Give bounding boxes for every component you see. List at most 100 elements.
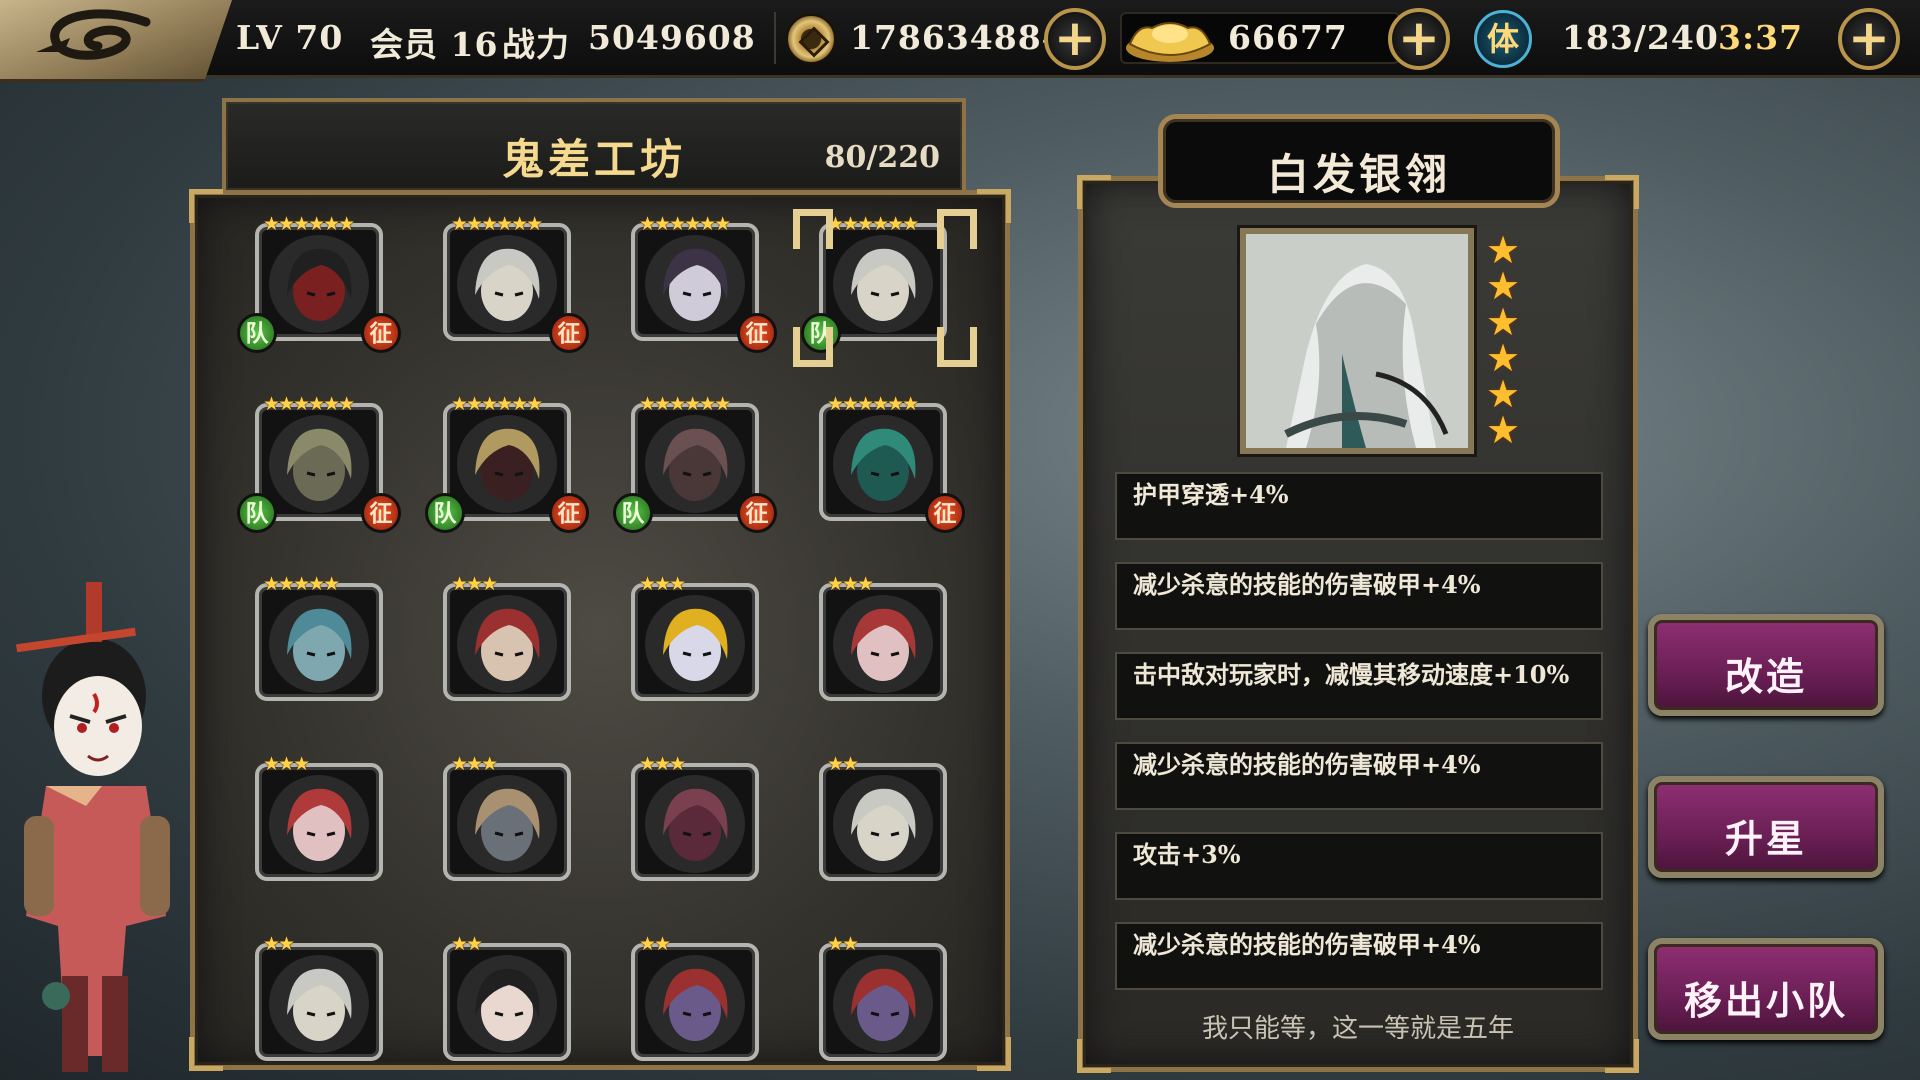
frame-corner	[977, 1037, 1011, 1071]
expedition-badge-icon: 征	[737, 313, 777, 353]
selection-corner	[793, 209, 833, 249]
remove-from-team-button[interactable]: 移出小队	[1648, 938, 1884, 1040]
star-up-button-label: 升星	[1724, 816, 1807, 861]
ghost-card[interactable]: ★★	[819, 933, 947, 1061]
ghost-card-frame	[443, 583, 571, 701]
ghost-card-portrait	[457, 235, 557, 333]
team-badge-icon: 队	[613, 493, 653, 533]
ghost-card[interactable]: ★★★	[443, 753, 571, 881]
player-level: LV 70	[236, 18, 344, 57]
remove-from-team-button-label: 移出小队	[1683, 978, 1848, 1023]
selection-corner	[937, 209, 977, 249]
expedition-badge-icon: 征	[549, 493, 589, 533]
star-icon: ★	[1486, 372, 1521, 416]
ghost-card-portrait	[269, 595, 369, 693]
ghost-card[interactable]: ★★★★★★ 征	[443, 213, 589, 353]
ghost-card-portrait	[833, 415, 933, 513]
ghost-card-stars: ★★★★★★	[451, 213, 543, 235]
frame-corner	[189, 1037, 223, 1071]
ghost-card[interactable]: ★★	[443, 933, 571, 1061]
add-stamina-button[interactable]: +	[1838, 8, 1900, 70]
add-copper-button[interactable]: +	[1044, 8, 1106, 70]
back-swirl-icon	[36, 9, 151, 60]
ghost-card-stars: ★★	[263, 933, 295, 955]
back-button[interactable]	[0, 0, 232, 82]
ghost-card-portrait	[833, 595, 933, 693]
ghost-card[interactable]: ★★★	[631, 573, 759, 701]
ghost-card[interactable]: ★★★★★★ 队 征	[237, 213, 401, 353]
copper-coin-icon	[786, 14, 836, 64]
ghost-card-portrait	[269, 955, 369, 1053]
selection-corner	[937, 327, 977, 367]
ghost-card-portrait	[457, 415, 557, 513]
ghost-card-portrait	[645, 595, 745, 693]
ghost-card-frame	[631, 763, 759, 881]
character-avatar[interactable]	[6, 576, 184, 1080]
gold-amount: 66677	[1228, 18, 1348, 57]
ghost-card[interactable]: ★★★★★★ 队 征	[237, 393, 401, 533]
ghost-star-rating: ★ ★ ★ ★ ★ ★	[1486, 228, 1526, 449]
ghost-card-frame	[819, 943, 947, 1061]
ghost-card[interactable]: ★★★★★★ 队 征	[613, 393, 777, 533]
ghost-card[interactable]: ★★	[255, 933, 383, 1061]
star-icon: ★	[1486, 264, 1521, 308]
workshop-header: 鬼差工坊 80/220	[222, 98, 966, 190]
frame-corner	[1605, 175, 1639, 209]
ghost-card-stars: ★★★	[639, 753, 686, 775]
ghost-card-stars: ★★★	[451, 573, 498, 595]
add-gold-button[interactable]: +	[1388, 8, 1450, 70]
team-badge-icon: 队	[237, 493, 277, 533]
ghost-card[interactable]: ★★★★★★ 队 征	[425, 393, 589, 533]
ghost-card-portrait	[457, 775, 557, 873]
modify-button[interactable]: 改造	[1648, 614, 1884, 716]
power-value: 5049608	[588, 18, 756, 57]
ghost-card-portrait	[457, 955, 557, 1053]
ghost-card[interactable]: ★★★	[819, 573, 947, 701]
ghost-card-frame	[255, 943, 383, 1061]
selection-corner	[793, 327, 833, 367]
top-bar: LV 70 会员 16 战力 5049608 1786348844 + 6667…	[0, 0, 1920, 82]
frame-corner	[977, 189, 1011, 223]
ghost-card[interactable]: ★★	[631, 933, 759, 1061]
ghost-card[interactable]: ★★★★★★ 征	[819, 393, 965, 533]
gold-ingot-icon	[1126, 22, 1214, 62]
ghost-card-frame	[819, 583, 947, 701]
divider	[774, 12, 776, 64]
ghost-card-stars: ★★★	[827, 573, 874, 595]
ghost-name: 白发银翎	[1266, 150, 1451, 199]
ghost-card[interactable]: ★★★★★	[255, 573, 383, 701]
star-icon: ★	[1486, 336, 1521, 380]
ghost-card-frame	[443, 763, 571, 881]
star-up-button[interactable]: 升星	[1648, 776, 1884, 878]
ghost-portrait-art	[1246, 234, 1468, 448]
ghost-card-frame	[819, 763, 947, 881]
expedition-badge-icon: 征	[737, 493, 777, 533]
team-badge-icon: 队	[425, 493, 465, 533]
ghost-card-portrait	[457, 595, 557, 693]
attribute-row: 减少杀意的技能的伤害破甲+4%	[1115, 922, 1603, 990]
stamina-value: 183/240	[1562, 18, 1719, 57]
attribute-row: 击中敌对玩家时，减慢其移动速度+10%	[1115, 652, 1603, 720]
attribute-row: 减少杀意的技能的伤害破甲+4%	[1115, 742, 1603, 810]
ghost-card-portrait	[833, 775, 933, 873]
ghost-card[interactable]: ★★★	[631, 753, 759, 881]
star-icon: ★	[1486, 228, 1521, 272]
attribute-row: 攻击+3%	[1115, 832, 1603, 900]
ghost-card-portrait	[645, 955, 745, 1053]
stamina-icon: 体	[1474, 10, 1532, 68]
ghost-card[interactable]: ★★★	[255, 753, 383, 881]
power-label: 战力	[502, 25, 570, 64]
workshop-grid-panel: ★★★★★★ 队征 ★★★★★★ 征 ★★★★★★ 征 ★★★★★★ 队 ★★★★★★ 队征 ★★★…	[189, 189, 1011, 1071]
ghost-card[interactable]: ★★	[819, 753, 947, 881]
ghost-card-stars: ★★★	[639, 573, 686, 595]
ghost-card-stars: ★★★	[451, 753, 498, 775]
team-badge-icon: 队	[237, 313, 277, 353]
ghost-card[interactable]: ★★★	[443, 573, 571, 701]
attribute-row: 护甲穿透+4%	[1115, 472, 1603, 540]
ghost-card-portrait	[269, 415, 369, 513]
ghost-card-stars: ★★★★★	[263, 573, 340, 595]
ghost-card[interactable]: ★★★★★★ 征	[631, 213, 777, 353]
ghost-card-frame	[255, 583, 383, 701]
expedition-badge-icon: 征	[361, 313, 401, 353]
ghost-card-stars: ★★★★★★	[263, 393, 355, 415]
